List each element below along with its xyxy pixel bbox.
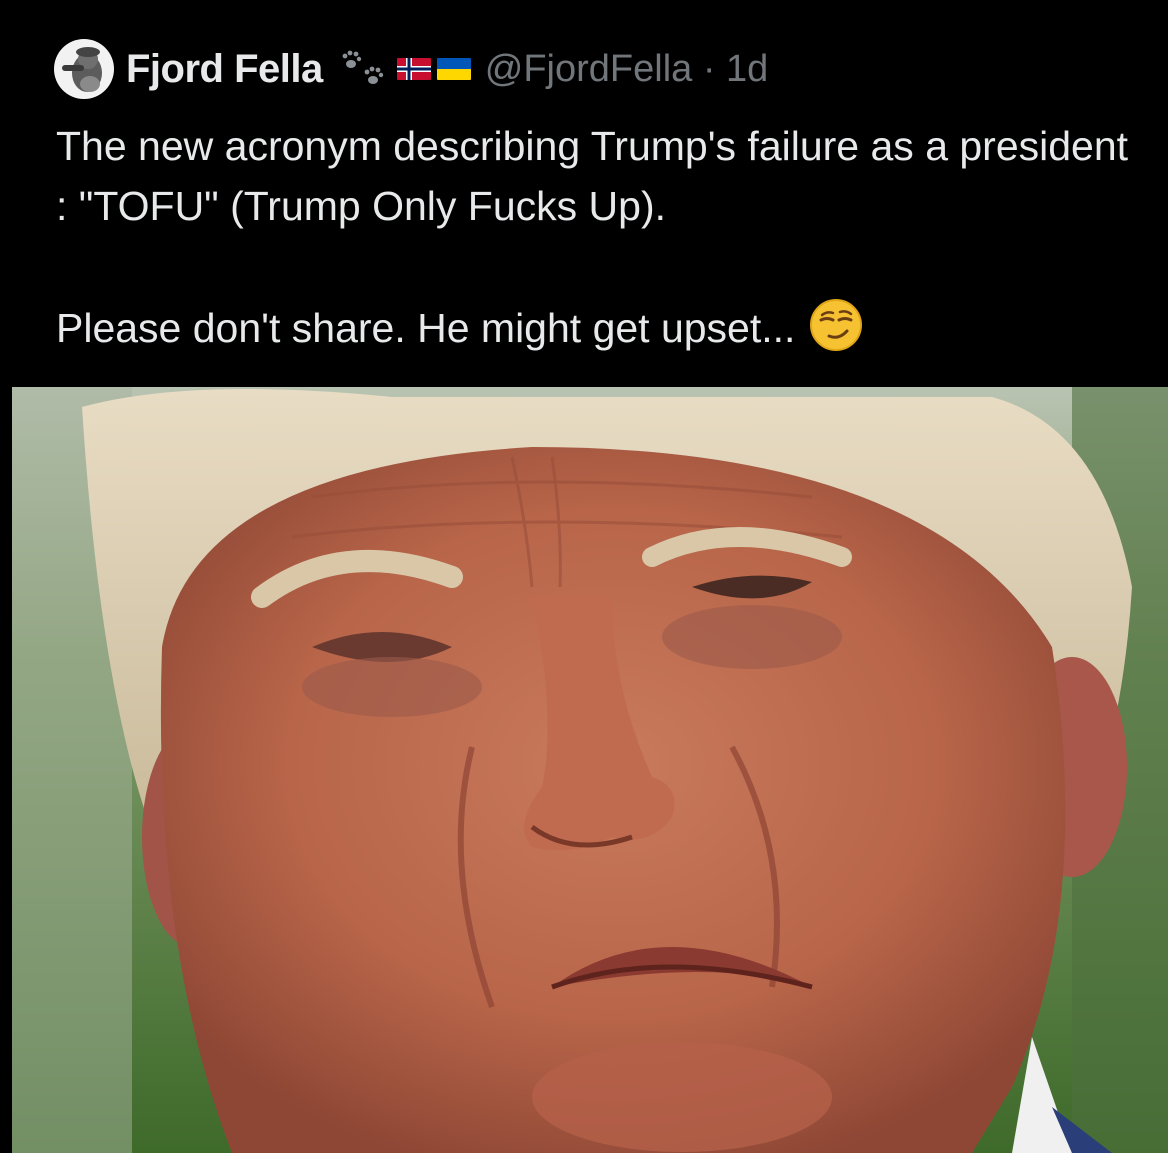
tweet-text-line-2-text: Please don't share. He might get upset..…: [56, 305, 796, 351]
norway-flag-icon: [396, 58, 431, 80]
ukraine-flag-icon: [436, 58, 471, 80]
tweet-text-line-1: The new acronym describing Trump's failu…: [56, 123, 1129, 229]
tweet-header: Fjord Fella @FjordFella · 1d: [54, 38, 768, 100]
tweet-text: The new acronym describing Trump's failu…: [56, 116, 1136, 358]
author-display-name[interactable]: Fjord Fella: [126, 47, 323, 92]
author-handle-and-time[interactable]: @FjordFella · 1d: [485, 48, 769, 91]
tweet-post: Fjord Fella @FjordFella · 1d The new acr…: [0, 0, 1168, 1153]
paw-prints-icon: [342, 50, 383, 84]
avatar[interactable]: [54, 39, 114, 99]
avatar-icon: [55, 40, 113, 98]
tweet-text-line-2: Please don't share. He might get upset..…: [56, 298, 1136, 358]
post-timestamp[interactable]: 1d: [726, 48, 768, 90]
tweet-media-photo[interactable]: [12, 387, 1168, 1153]
meta-separator: ·: [702, 47, 716, 90]
author-handle[interactable]: @FjordFella: [485, 48, 693, 90]
photo-of-man-frowning: [12, 387, 1168, 1153]
smirking-face-emoji: [810, 299, 863, 351]
